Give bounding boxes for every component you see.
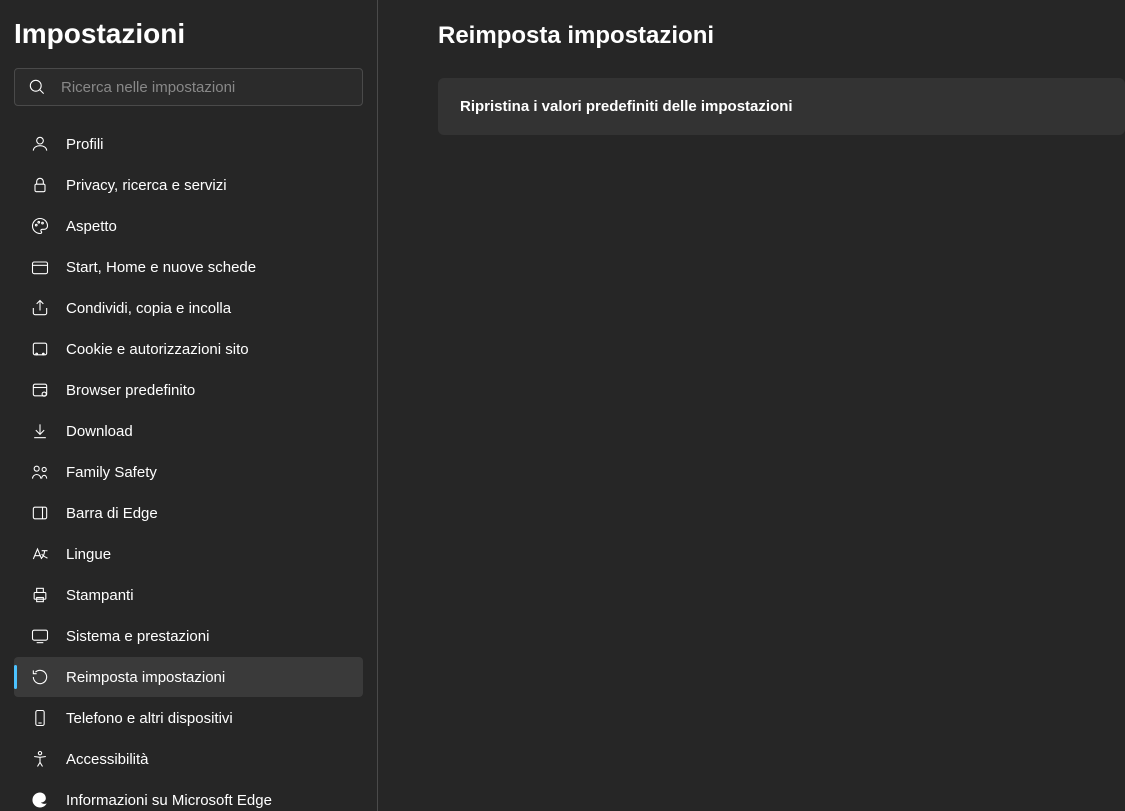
search-icon — [27, 77, 47, 97]
sidebar-item-label: Browser predefinito — [66, 382, 195, 399]
edgebar-icon — [30, 503, 50, 523]
system-icon — [30, 626, 50, 646]
printer-icon — [30, 585, 50, 605]
sidebar-item-label: Barra di Edge — [66, 505, 158, 522]
sidebar-item-phone[interactable]: Telefono e altri dispositivi — [14, 698, 363, 738]
sidebar-item-label: Privacy, ricerca e servizi — [66, 177, 227, 194]
sidebar-item-aspetto[interactable]: Aspetto — [14, 206, 363, 246]
download-icon — [30, 421, 50, 441]
sidebar-item-label: Condividi, copia e incolla — [66, 300, 231, 317]
page-title: Reimposta impostazioni — [438, 22, 1125, 50]
cookie-icon — [30, 339, 50, 359]
settings-title: Impostazioni — [14, 18, 363, 50]
sidebar-item-label: Family Safety — [66, 464, 157, 481]
sidebar-item-label: Lingue — [66, 546, 111, 563]
reset-card[interactable]: Ripristina i valori predefiniti delle im… — [438, 78, 1125, 135]
sidebar-item-label: Stampanti — [66, 587, 134, 604]
sidebar-item-share[interactable]: Condividi, copia e incolla — [14, 288, 363, 328]
palette-icon — [30, 216, 50, 236]
share-icon — [30, 298, 50, 318]
sidebar-item-printers[interactable]: Stampanti — [14, 575, 363, 615]
nav-list: Profili Privacy, ricerca e servizi Aspet… — [14, 124, 363, 811]
sidebar-item-label: Sistema e prestazioni — [66, 628, 209, 645]
sidebar-item-label: Start, Home e nuove schede — [66, 259, 256, 276]
sidebar: Impostazioni Profili Privacy, ricerca e … — [0, 0, 378, 811]
sidebar-item-privacy[interactable]: Privacy, ricerca e servizi — [14, 165, 363, 205]
sidebar-item-label: Reimposta impostazioni — [66, 669, 225, 686]
lock-icon — [30, 175, 50, 195]
main-content: Reimposta impostazioni Ripristina i valo… — [378, 0, 1125, 811]
family-icon — [30, 462, 50, 482]
accessibility-icon — [30, 749, 50, 769]
phone-icon — [30, 708, 50, 728]
sidebar-item-label: Profili — [66, 136, 104, 153]
sidebar-item-label: Aspetto — [66, 218, 117, 235]
sidebar-item-start[interactable]: Start, Home e nuove schede — [14, 247, 363, 287]
sidebar-item-accessibility[interactable]: Accessibilità — [14, 739, 363, 779]
sidebar-item-about[interactable]: Informazioni su Microsoft Edge — [14, 780, 363, 811]
sidebar-item-profili[interactable]: Profili — [14, 124, 363, 164]
sidebar-item-browser[interactable]: Browser predefinito — [14, 370, 363, 410]
sidebar-item-reset[interactable]: Reimposta impostazioni — [14, 657, 363, 697]
sidebar-item-label: Download — [66, 423, 133, 440]
sidebar-item-download[interactable]: Download — [14, 411, 363, 451]
sidebar-item-system[interactable]: Sistema e prestazioni — [14, 616, 363, 656]
reset-card-title: Ripristina i valori predefiniti delle im… — [460, 98, 1103, 115]
search-input[interactable] — [61, 79, 350, 96]
languages-icon — [30, 544, 50, 564]
browser-icon — [30, 380, 50, 400]
sidebar-item-label: Cookie e autorizzazioni sito — [66, 341, 249, 358]
search-box[interactable] — [14, 68, 363, 106]
reset-icon — [30, 667, 50, 687]
sidebar-item-label: Accessibilità — [66, 751, 149, 768]
tabs-icon — [30, 257, 50, 277]
sidebar-item-edgebar[interactable]: Barra di Edge — [14, 493, 363, 533]
edge-icon — [30, 790, 50, 810]
profile-icon — [30, 134, 50, 154]
sidebar-item-label: Telefono e altri dispositivi — [66, 710, 233, 727]
sidebar-item-label: Informazioni su Microsoft Edge — [66, 792, 272, 809]
sidebar-item-family[interactable]: Family Safety — [14, 452, 363, 492]
sidebar-item-cookie[interactable]: Cookie e autorizzazioni sito — [14, 329, 363, 369]
sidebar-item-languages[interactable]: Lingue — [14, 534, 363, 574]
